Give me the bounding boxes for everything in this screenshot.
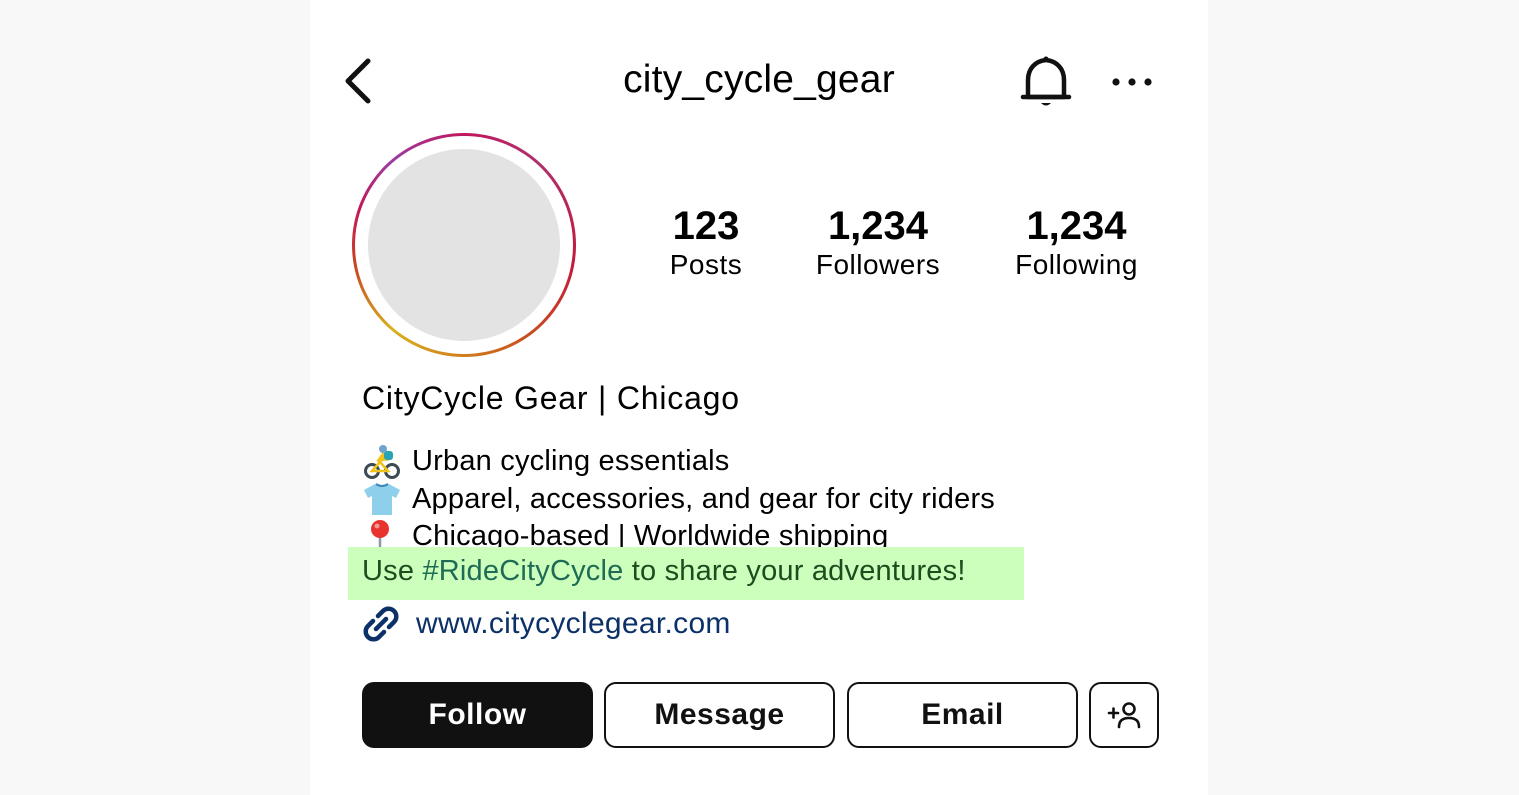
follow-button[interactable]: Follow <box>362 682 593 748</box>
callout-prefix: Use <box>362 555 423 587</box>
story-ring[interactable] <box>352 133 576 357</box>
stat-followers[interactable]: 1,234 Followers <box>803 204 953 282</box>
message-button[interactable]: Message <box>604 682 835 748</box>
avatar[interactable] <box>368 149 560 341</box>
posts-count: 123 <box>672 204 740 248</box>
following-count: 1,234 <box>1026 204 1127 248</box>
posts-label: Posts <box>669 249 743 280</box>
add-user-icon <box>1107 702 1141 729</box>
bio-line: Apparel, accessories, and gear for city … <box>362 481 995 519</box>
hashtag-link[interactable]: #RideCityCycle <box>422 555 623 587</box>
display-name: CityCycle Gear | Chicago <box>362 380 740 416</box>
more-options-icon[interactable] <box>1110 72 1154 92</box>
stat-posts[interactable]: 123 Posts <box>650 204 762 282</box>
stat-following[interactable]: 1,234 Following <box>1003 204 1150 282</box>
profile-panel: city_cycle_gear 123 Posts 1,234 Follower… <box>310 0 1208 795</box>
bio-text: Urban cycling essentials <box>412 445 730 477</box>
suggest-accounts-button[interactable] <box>1089 682 1159 748</box>
following-label: Following <box>1015 249 1138 280</box>
person-biking-icon <box>364 444 400 479</box>
followers-label: Followers <box>815 249 941 280</box>
hashtag-callout: Use #RideCityCycle to share your adventu… <box>362 555 966 588</box>
t-shirt-icon <box>364 483 400 516</box>
followers-count: 1,234 <box>827 204 929 248</box>
bio-text: Apparel, accessories, and gear for city … <box>412 482 996 515</box>
bell-icon[interactable] <box>1016 53 1076 111</box>
email-button[interactable]: Email <box>847 682 1078 748</box>
callout-suffix: to share your adventures! <box>623 555 966 587</box>
bio: Urban cycling essentials Apparel, access… <box>362 443 995 556</box>
link-icon <box>363 606 399 642</box>
website-link[interactable]: www.citycyclegear.com <box>416 607 731 641</box>
bio-line: Urban cycling essentials <box>362 443 995 481</box>
website-row[interactable]: www.citycyclegear.com <box>360 603 731 645</box>
